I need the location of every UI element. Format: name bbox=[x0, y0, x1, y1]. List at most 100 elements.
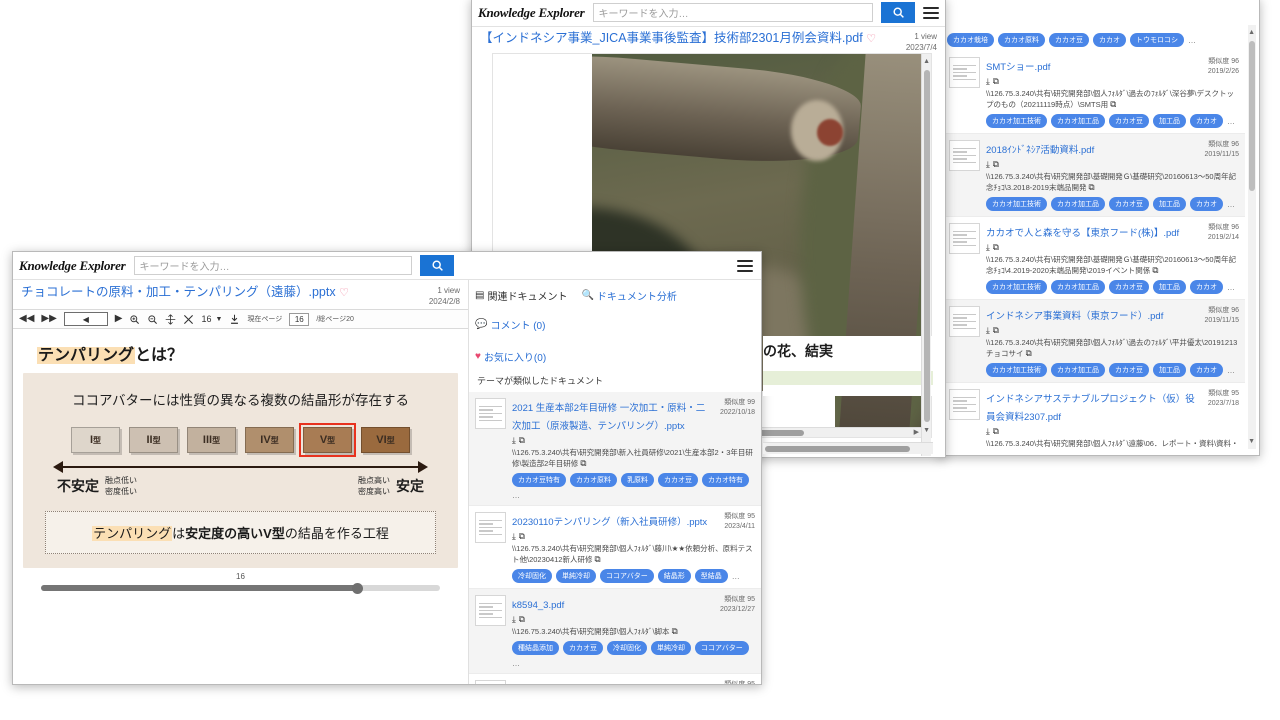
tag[interactable]: カカオ加工品 bbox=[1051, 197, 1105, 211]
result-title[interactable]: 2018ｲﾝﾄﾞﾈｼｱ活動資料.pdf bbox=[986, 145, 1094, 156]
mid-hscroll[interactable] bbox=[763, 442, 933, 454]
search-input[interactable]: キーワードを入力… bbox=[592, 3, 873, 22]
copy-icon[interactable]: ⧉ bbox=[993, 159, 999, 170]
mid-scroll-down-icon[interactable]: ▼ bbox=[923, 427, 930, 434]
result-title[interactable]: カカオで人と森を守る【東京フード(株)】.pdf bbox=[986, 228, 1179, 239]
tag[interactable]: 種結晶添加 bbox=[512, 641, 559, 655]
tags-more-icon[interactable]: … bbox=[1227, 366, 1235, 375]
tag[interactable]: カカオ原料 bbox=[998, 33, 1045, 47]
front-results-list[interactable]: 2021 生産本部2年目研修 一次加工・原料・二次加工（原液製造、テンパリング）… bbox=[469, 392, 761, 684]
tag[interactable]: 結晶形 bbox=[657, 569, 691, 583]
tag[interactable]: トウモロコシ bbox=[1130, 33, 1184, 47]
tag[interactable]: 加工品 bbox=[1153, 114, 1186, 128]
pdf-toolbar[interactable]: ◀◀ ▶▶ ◀ ▶ 16 ▼ 現在ページ 16 /総ページ20 bbox=[13, 309, 468, 329]
tag[interactable]: カカオ原料 bbox=[570, 473, 617, 487]
tag[interactable]: 加工品 bbox=[1153, 280, 1186, 294]
tag[interactable]: 冷却固化 bbox=[512, 569, 552, 583]
tab-3[interactable]: ♥ お気に入り(0) bbox=[475, 349, 755, 364]
tags-more-icon[interactable]: … bbox=[1227, 283, 1235, 292]
slide-canvas[interactable]: テンパリングとは？ ココアバターには性質の異なる複数の結晶形が存在する I 型 II… bbox=[13, 329, 468, 594]
copy-path-icon[interactable]: ⧉ bbox=[672, 626, 678, 636]
tag[interactable]: 加工品 bbox=[1153, 197, 1186, 211]
result-item[interactable]: カカオで人と森を守る【東京フード(株)】.pdf ⤓ ⧉ 類似度 96 2019/2/1… bbox=[943, 217, 1245, 300]
search-button[interactable] bbox=[881, 2, 915, 23]
tag[interactable]: カカオ特有 bbox=[702, 473, 749, 487]
tags-more-icon[interactable]: … bbox=[1188, 36, 1196, 45]
tag[interactable]: カカオ豆 bbox=[563, 641, 603, 655]
tag[interactable]: カカオ bbox=[1190, 363, 1223, 377]
front-results-pane[interactable]: ▤ 関連ドキュメント 🔍 ドキュメント分析 💬 コメント (0) ♥ お気に入り(0) テーマ… bbox=[469, 280, 761, 684]
result-title[interactable]: k8594_3.pdf bbox=[512, 600, 564, 611]
scroll-up-arrow-icon[interactable]: ▲ bbox=[1248, 29, 1255, 36]
result-item[interactable]: k8594_3.pdf ⤓ ⧉ 類似度 95 2023/12/27 \\126.75.3.… bbox=[469, 589, 761, 674]
tags-more-icon[interactable]: … bbox=[512, 491, 520, 500]
zoom-out-button[interactable] bbox=[147, 314, 158, 325]
first-page-button[interactable]: ◀◀ bbox=[19, 314, 34, 324]
result-title[interactable]: 20230110テンパリング（新入社員研修）.pptx bbox=[512, 517, 707, 528]
tags-more-icon[interactable]: … bbox=[732, 572, 740, 581]
slide-horizontal-scrollbar[interactable] bbox=[41, 582, 440, 594]
tag[interactable]: カカオ豆 bbox=[1109, 363, 1149, 377]
result-title[interactable]: 2021 生産本部2年目研修 一次加工・原料・二次加工（原液製造、テンパリング）… bbox=[512, 403, 705, 432]
tag[interactable]: カカオ bbox=[1093, 33, 1126, 47]
tag[interactable]: カカオ豆 bbox=[1049, 33, 1089, 47]
copy-icon[interactable]: ⧉ bbox=[993, 325, 999, 336]
download-icon[interactable]: ⤓ bbox=[986, 325, 990, 336]
zoom-level-select[interactable]: 16 ▼ bbox=[201, 314, 222, 324]
tag[interactable]: カカオ bbox=[1190, 197, 1223, 211]
search-button[interactable] bbox=[420, 255, 455, 276]
result-item[interactable]: 2021 生産本部2年目研修 一次加工・原料・二次加工（原液製造、テンパリング）… bbox=[469, 392, 761, 506]
fit-height-button[interactable] bbox=[165, 313, 176, 325]
tag[interactable]: 冷却固化 bbox=[607, 641, 647, 655]
tags-more-icon[interactable]: … bbox=[512, 659, 520, 668]
result-title[interactable]: インドネシアサステナブルプロジェクト（仮）役員会資料2307.pdf bbox=[986, 394, 1195, 423]
copy-path-icon[interactable]: ⧉ bbox=[580, 458, 586, 468]
tag[interactable]: 単純冷却 bbox=[651, 641, 691, 655]
tab-1[interactable]: 🔍 ドキュメント分析 bbox=[581, 288, 676, 303]
copy-path-icon[interactable]: ⧉ bbox=[1089, 182, 1095, 192]
copy-icon[interactable]: ⧉ bbox=[993, 76, 999, 87]
tag[interactable]: 単純冷却 bbox=[556, 569, 596, 583]
copy-path-icon[interactable]: ⧉ bbox=[1152, 265, 1158, 275]
prev-page-button[interactable]: ◀ bbox=[63, 312, 108, 326]
tag[interactable]: カカオ bbox=[1190, 280, 1223, 294]
result-title[interactable]: SMTショー.pdf bbox=[986, 62, 1050, 73]
result-item[interactable]: インドネシアサステナブルプロジェクト（仮）役員会資料2307.pdf ⤓ ⧉ 類似度 … bbox=[943, 383, 1245, 447]
download-icon[interactable]: ⤓ bbox=[986, 426, 990, 437]
result-title[interactable]: インドネシア事業資料（東京フード）.pdf bbox=[986, 311, 1163, 322]
result-item[interactable]: テンパリング2014.ppt⤓⧉類似度 952014/4/10\\126.75.… bbox=[469, 674, 761, 684]
back-window-scrollbar[interactable] bbox=[1248, 25, 1256, 449]
search-input[interactable]: キーワードを入力… bbox=[133, 256, 413, 275]
scroll-down-arrow-icon[interactable]: ▼ bbox=[1248, 438, 1255, 445]
download-icon[interactable]: ⤓ bbox=[512, 435, 516, 446]
download-icon[interactable]: ⤓ bbox=[986, 76, 990, 87]
download-icon[interactable]: ⤓ bbox=[986, 159, 990, 170]
heart-outline-icon[interactable]: ♡ bbox=[866, 33, 876, 45]
tags-more-icon[interactable]: … bbox=[1227, 200, 1235, 209]
result-item[interactable]: 20230110テンパリング（新入社員研修）.pptx ⤓ ⧉ 類似度 95 2023/… bbox=[469, 506, 761, 589]
copy-icon[interactable]: ⧉ bbox=[993, 426, 999, 437]
tab-0[interactable]: ▤ 関連ドキュメント bbox=[475, 288, 567, 303]
tag[interactable]: カカオ加工技術 bbox=[986, 363, 1047, 377]
tag[interactable]: カカオ豆 bbox=[1109, 197, 1149, 211]
tag[interactable]: 型結晶 bbox=[694, 569, 728, 583]
tag[interactable]: カカオ加工品 bbox=[1051, 280, 1105, 294]
tag[interactable]: カカオ豆特有 bbox=[512, 473, 566, 487]
copy-icon[interactable]: ⧉ bbox=[519, 531, 525, 542]
tag[interactable]: カカオ加工技術 bbox=[986, 197, 1047, 211]
download-icon[interactable]: ⤓ bbox=[986, 242, 990, 253]
result-item[interactable]: SMTショー.pdf ⤓ ⧉ 類似度 96 2019/2/26 \\126.75.3.24… bbox=[943, 51, 1245, 134]
download-icon[interactable]: ⤓ bbox=[512, 531, 516, 542]
photo-scroll-right-arrow-icon[interactable]: ▶ bbox=[914, 428, 919, 436]
tags-more-icon[interactable]: … bbox=[1227, 117, 1235, 126]
zoom-in-button[interactable] bbox=[129, 314, 140, 325]
result-item[interactable]: インドネシア事業資料（東京フード）.pdf ⤓ ⧉ 類似度 96 2019/11/15 \… bbox=[943, 300, 1245, 383]
copy-icon[interactable]: ⧉ bbox=[519, 614, 525, 625]
result-item[interactable]: 2018ｲﾝﾄﾞﾈｼｱ活動資料.pdf ⤓ ⧉ 類似度 96 2019/11/15 \\1… bbox=[943, 134, 1245, 217]
tab-2[interactable]: 💬 コメント (0) bbox=[475, 317, 545, 332]
copy-icon[interactable]: ⧉ bbox=[993, 242, 999, 253]
last-page-button[interactable]: ▶▶ bbox=[41, 314, 56, 324]
copy-path-icon[interactable]: ⧉ bbox=[1110, 99, 1116, 109]
copy-icon[interactable]: ⧉ bbox=[519, 435, 525, 446]
tag[interactable]: カカオ栽培 bbox=[947, 33, 994, 47]
